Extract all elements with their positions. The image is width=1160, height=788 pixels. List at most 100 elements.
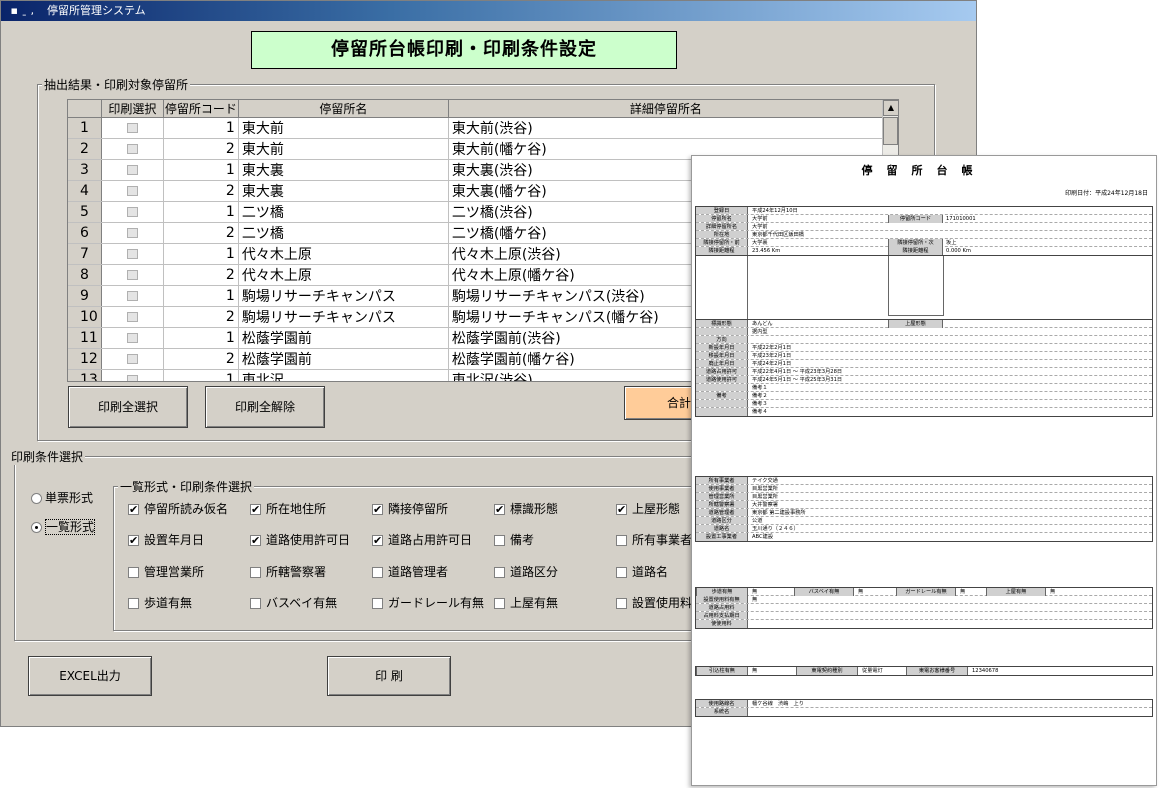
option-checkbox-item[interactable]: ✔ 標識形態 [494,500,558,517]
print-select-cell[interactable] [101,285,164,307]
print-select-cell[interactable] [101,369,164,381]
ledger-value: 大学前 [752,216,768,222]
scroll-up-icon[interactable]: ▲ [883,100,898,116]
print-select-checkbox[interactable] [126,165,138,175]
option-checkbox-item[interactable]: 所轄警察署 [250,563,326,580]
checkbox-icon[interactable] [616,567,627,578]
checkbox-icon[interactable] [128,598,139,609]
col-stop-name[interactable]: 停留所名 [238,100,449,118]
print-select-cell[interactable] [101,201,164,223]
option-label: 備考 [510,533,535,547]
option-checkbox-item[interactable]: 道路区分 [494,563,558,580]
check-icon[interactable]: ✔ [494,504,505,515]
option-checkbox-item[interactable]: ✔ 道路占用許可日 [372,531,472,548]
print-select-cell[interactable] [101,180,164,202]
checkbox-icon[interactable] [494,567,505,578]
check-icon[interactable]: ✔ [250,504,261,515]
print-select-cell[interactable] [101,138,164,160]
checkbox-icon[interactable] [250,598,261,609]
option-checkbox-item[interactable]: 道路名 [616,563,668,580]
select-all-button[interactable]: 印刷全選択 [68,386,188,428]
print-select-checkbox[interactable] [126,249,138,259]
print-select-checkbox[interactable] [126,144,138,154]
clear-all-button[interactable]: 印刷全解除 [205,386,325,428]
option-checkbox-item[interactable]: ✔ 隣接停留所 [372,500,448,517]
checkbox-icon[interactable] [616,535,627,546]
print-select-cell[interactable] [101,243,164,265]
check-icon[interactable]: ✔ [372,535,383,546]
option-checkbox-item[interactable]: 設置使用料 [616,594,692,611]
option-checkbox-item[interactable]: 管理営業所 [128,563,204,580]
print-select-checkbox[interactable] [126,270,138,280]
check-icon[interactable]: ✔ [250,535,261,546]
ledger-value: 無 [1050,589,1056,595]
option-checkbox-item[interactable]: 道路管理者 [372,563,448,580]
app-icon: ▪ ˍ ‚ [7,4,34,17]
print-button[interactable]: 印 刷 [327,656,451,696]
option-checkbox-item[interactable]: 所有事業者 [616,531,692,548]
ledger-row: 備考１ [696,384,1152,392]
print-select-cell[interactable] [101,117,164,139]
print-select-checkbox[interactable] [126,123,138,133]
ledger-row: 使用事業者 目黒営業所 [696,485,1152,493]
radio-single-format[interactable]: 単票形式 [31,489,93,506]
check-icon[interactable]: ✔ [128,535,139,546]
stop-code-cell: 1 [163,327,239,349]
row-number: 13 [68,369,102,381]
option-checkbox-item[interactable]: ✔ 設置年月日 [128,531,204,548]
ledger-row: 道路占用料 [696,604,1152,612]
ledger-row: 停留所名 大学前 停留所コード 171010001 [696,215,1152,223]
table-row[interactable]: 1 1 東大前 東大前(渋谷) [68,117,884,139]
print-select-checkbox[interactable] [126,291,138,301]
check-icon[interactable]: ✔ [128,504,139,515]
print-select-cell[interactable] [101,348,164,370]
col-detail-name[interactable]: 詳細停留所名 [448,100,884,118]
checkbox-icon[interactable] [494,598,505,609]
option-checkbox-item[interactable]: ✔ 停留所読み仮名 [128,500,228,517]
radio-list-format[interactable]: 一覧形式 [31,518,96,535]
radio-single-label: 単票形式 [45,491,94,505]
print-select-cell[interactable] [101,264,164,286]
ledger-value: 無 [858,589,864,595]
print-select-checkbox[interactable] [126,228,138,238]
radio-single-circle[interactable] [31,493,42,504]
check-icon[interactable]: ✔ [372,504,383,515]
checkbox-icon[interactable] [250,567,261,578]
option-checkbox-item[interactable]: 歩道有無 [128,594,192,611]
option-checkbox-item[interactable]: ✔ 道路使用許可日 [250,531,350,548]
ledger-row: 登録日 平成24年12月10日 [696,207,1152,215]
col-print-select[interactable]: 印刷選択 [101,100,164,118]
scroll-thumb[interactable] [883,117,898,145]
col-stop-code[interactable]: 停留所コード [163,100,239,118]
print-select-checkbox[interactable] [126,333,138,343]
print-select-checkbox[interactable] [126,312,138,322]
ledger-row: 所在地 東京都千代田区飯田橋 [696,231,1152,239]
print-select-cell[interactable] [101,306,164,328]
print-select-checkbox[interactable] [126,354,138,364]
option-checkbox-item[interactable]: ガードレール有無 [372,594,484,611]
option-checkbox-item[interactable]: バスベイ有無 [250,594,337,611]
checkbox-icon[interactable] [372,598,383,609]
print-select-cell[interactable] [101,222,164,244]
print-select-cell[interactable] [101,327,164,349]
grid-corner [68,100,102,118]
ledger-row: 隣接停留所・前 大学裏 隣接停留所・次 坂上 [696,239,1152,247]
print-select-checkbox[interactable] [126,186,138,196]
option-checkbox-item[interactable]: ✔ 上屋形態 [616,500,680,517]
print-select-checkbox[interactable] [126,375,138,381]
print-select-cell[interactable] [101,159,164,181]
ledger-value: 無 [752,668,758,674]
checkbox-icon[interactable] [372,567,383,578]
checkbox-icon[interactable] [128,567,139,578]
radio-list-circle[interactable] [31,522,42,533]
option-checkbox-item[interactable]: 備考 [494,531,534,548]
checkbox-icon[interactable] [616,598,627,609]
checkbox-icon[interactable] [494,535,505,546]
stop-name-cell: 駒場リサーチキャンパス [238,306,449,328]
option-checkbox-item[interactable]: ✔ 所在地住所 [250,500,326,517]
excel-output-button[interactable]: EXCEL出力 [28,656,152,696]
ledger-label [696,400,748,407]
print-select-checkbox[interactable] [126,207,138,217]
check-icon[interactable]: ✔ [616,504,627,515]
option-checkbox-item[interactable]: 上屋有無 [494,594,558,611]
